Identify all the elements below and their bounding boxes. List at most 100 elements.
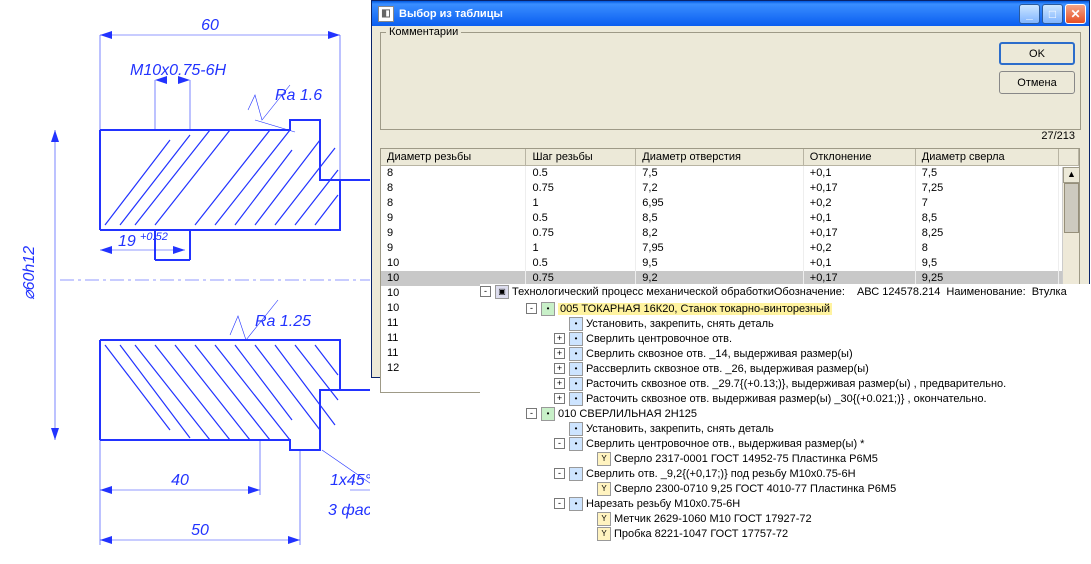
tree-toggle[interactable]: -	[480, 286, 491, 297]
table-row[interactable]: 816,95+0,27	[381, 196, 1079, 211]
tree-node-label: Нарезать резьбу М10х0.75-6Н	[586, 498, 740, 510]
tree-toggle[interactable]: +	[554, 378, 565, 389]
tree-node[interactable]: -•Сверлить центровочное отв., выдерживая…	[480, 436, 1090, 451]
dim-40: 40	[171, 472, 189, 489]
step-icon: •	[569, 422, 583, 436]
ok-button[interactable]: OK	[999, 42, 1075, 65]
table-cell: +0,17	[803, 181, 915, 196]
dim-60: 60	[201, 17, 219, 34]
process-icon: ▣	[495, 285, 509, 299]
table-cell: +0,1	[803, 256, 915, 271]
table-cell: 7,95	[636, 241, 804, 256]
process-tree[interactable]: - ▣ Технологический процесс механической…	[480, 284, 1090, 559]
tree-node[interactable]: +•Сверлить центровочное отв.	[480, 331, 1090, 346]
close-button[interactable]: ✕	[1065, 4, 1086, 24]
tree-node[interactable]: +•Расточить сквозное отв. _29.7{(+0.13;)…	[480, 376, 1090, 391]
comments-label: Комментарии	[386, 26, 461, 38]
tree-toggle[interactable]: -	[526, 408, 537, 419]
tree-node-label: Сверлить центровочное отв., выдерживая р…	[586, 438, 864, 450]
tree-node[interactable]: -•005 ТОКАРНАЯ 16К20, Станок токарно-вин…	[480, 301, 1090, 316]
table-row[interactable]: 917,95+0,28	[381, 241, 1079, 256]
table-cell: 0.5	[526, 211, 636, 226]
technical-drawing: ⌀60h12	[0, 0, 370, 561]
step-icon: •	[569, 392, 583, 406]
tree-root-label: Технологический процесс механической обр…	[512, 286, 845, 298]
table-cell: +0,2	[803, 196, 915, 211]
tree-root-obozn: АВС 124578.214	[857, 286, 940, 298]
surface-ra16: Ra 1.6	[275, 87, 322, 104]
tool-icon: Y	[597, 452, 611, 466]
tool-icon: Y	[597, 512, 611, 526]
tree-node[interactable]: YПробка 8221-1047 ГОСТ 17757-72	[480, 526, 1090, 541]
tree-node-label: Установить, закрепить, снять деталь	[586, 423, 774, 435]
surface-ra125: Ra 1.25	[255, 313, 311, 330]
column-header[interactable]: Диаметр резьбы	[381, 149, 526, 166]
tree-toggle[interactable]: +	[554, 333, 565, 344]
tree-node[interactable]: -•Нарезать резьбу М10х0.75-6Н	[480, 496, 1090, 511]
tree-node[interactable]: -•010 СВЕРЛИЛЬНАЯ 2Н125	[480, 406, 1090, 421]
table-cell: 0.75	[526, 226, 636, 241]
table-row[interactable]: 90.58,5+0,18,5	[381, 211, 1079, 226]
scroll-thumb[interactable]	[1064, 183, 1079, 233]
table-cell: 9,5	[636, 256, 804, 271]
table-cell: 9	[381, 226, 526, 241]
tree-node-label: Сверлить отв. _9,2{(+0,17;)} под резьбу …	[586, 468, 856, 480]
tree-node-label: Сверло 2300-0710 9,25 ГОСТ 4010-77 Пласт…	[614, 483, 896, 495]
tree-node[interactable]: YСверло 2317-0001 ГОСТ 14952-75 Пластинк…	[480, 451, 1090, 466]
faski-note: 3 фаски	[328, 502, 370, 519]
tree-node-label: Пробка 8221-1047 ГОСТ 17757-72	[614, 528, 788, 540]
dim-chamfer: 1x45°	[330, 472, 370, 489]
minimize-button[interactable]: _	[1019, 4, 1040, 24]
table-cell: 8,2	[636, 226, 804, 241]
tree-node[interactable]: •Установить, закрепить, снять деталь	[480, 316, 1090, 331]
column-header[interactable]: Отклонение	[803, 149, 915, 166]
tool-icon: Y	[597, 482, 611, 496]
table-cell: 8	[381, 196, 526, 211]
table-cell: 7,2	[636, 181, 804, 196]
column-header[interactable]: Шаг резьбы	[526, 149, 636, 166]
dim-19-tol: +0.52	[140, 231, 168, 243]
dim-50: 50	[191, 522, 209, 539]
tree-toggle[interactable]: +	[554, 393, 565, 404]
table-cell: +0,1	[803, 166, 915, 181]
step-icon: •	[569, 362, 583, 376]
table-cell: 1	[526, 196, 636, 211]
column-header[interactable]: Диаметр сверла	[915, 149, 1059, 166]
tree-toggle[interactable]: +	[554, 363, 565, 374]
table-cell: +0,17	[803, 226, 915, 241]
table-row[interactable]: 80.757,2+0,177,25	[381, 181, 1079, 196]
table-cell: 0.5	[526, 166, 636, 181]
step-icon: •	[569, 377, 583, 391]
maximize-button[interactable]: □	[1042, 4, 1063, 24]
tree-toggle[interactable]: +	[554, 348, 565, 359]
table-cell: 9	[381, 211, 526, 226]
table-cell: 8	[381, 166, 526, 181]
table-cell: 7,5	[636, 166, 804, 181]
column-header-blank	[1059, 149, 1079, 166]
table-cell: 6,95	[636, 196, 804, 211]
tree-node[interactable]: -•Сверлить отв. _9,2{(+0,17;)} под резьб…	[480, 466, 1090, 481]
tree-toggle[interactable]: -	[554, 498, 565, 509]
column-header[interactable]: Диаметр отверстия	[636, 149, 804, 166]
table-row[interactable]: 90.758,2+0,178,25	[381, 226, 1079, 241]
dialog-titlebar[interactable]: ◧ Выбор из таблицы _ □ ✕	[372, 1, 1089, 26]
tree-toggle[interactable]: -	[526, 303, 537, 314]
tree-node[interactable]: YСверло 2300-0710 9,25 ГОСТ 4010-77 Плас…	[480, 481, 1090, 496]
table-cell: 8,5	[636, 211, 804, 226]
tree-node[interactable]: + •Рассверлить сквозное отв. _26, выдержи…	[480, 361, 1090, 376]
tree-toggle[interactable]: -	[554, 438, 565, 449]
table-row[interactable]: 80.57,5+0,17,5	[381, 166, 1079, 181]
tree-node-label: 005 ТОКАРНАЯ 16К20, Станок токарно-винто…	[558, 303, 832, 315]
table-cell: +0,1	[803, 211, 915, 226]
tree-node-label: Рассверлить сквозное отв. _26, выдержива…	[586, 363, 869, 375]
tree-node[interactable]: YМетчик 2629-1060 М10 ГОСТ 17927-72	[480, 511, 1090, 526]
tree-toggle[interactable]: -	[554, 468, 565, 479]
tree-node-label: 010 СВЕРЛИЛЬНАЯ 2Н125	[558, 408, 697, 420]
table-cell: 1	[526, 241, 636, 256]
scroll-up-button[interactable]: ▲	[1063, 167, 1080, 183]
tree-node[interactable]: +•Сверлить сквозное отв. _14, выдерживая…	[480, 346, 1090, 361]
tree-node[interactable]: •Установить, закрепить, снять деталь	[480, 421, 1090, 436]
cancel-button[interactable]: Отмена	[999, 71, 1075, 94]
table-row[interactable]: 100.59,5+0,19,5	[381, 256, 1079, 271]
tree-node[interactable]: +•Расточить сквозное отв. выдерживая раз…	[480, 391, 1090, 406]
